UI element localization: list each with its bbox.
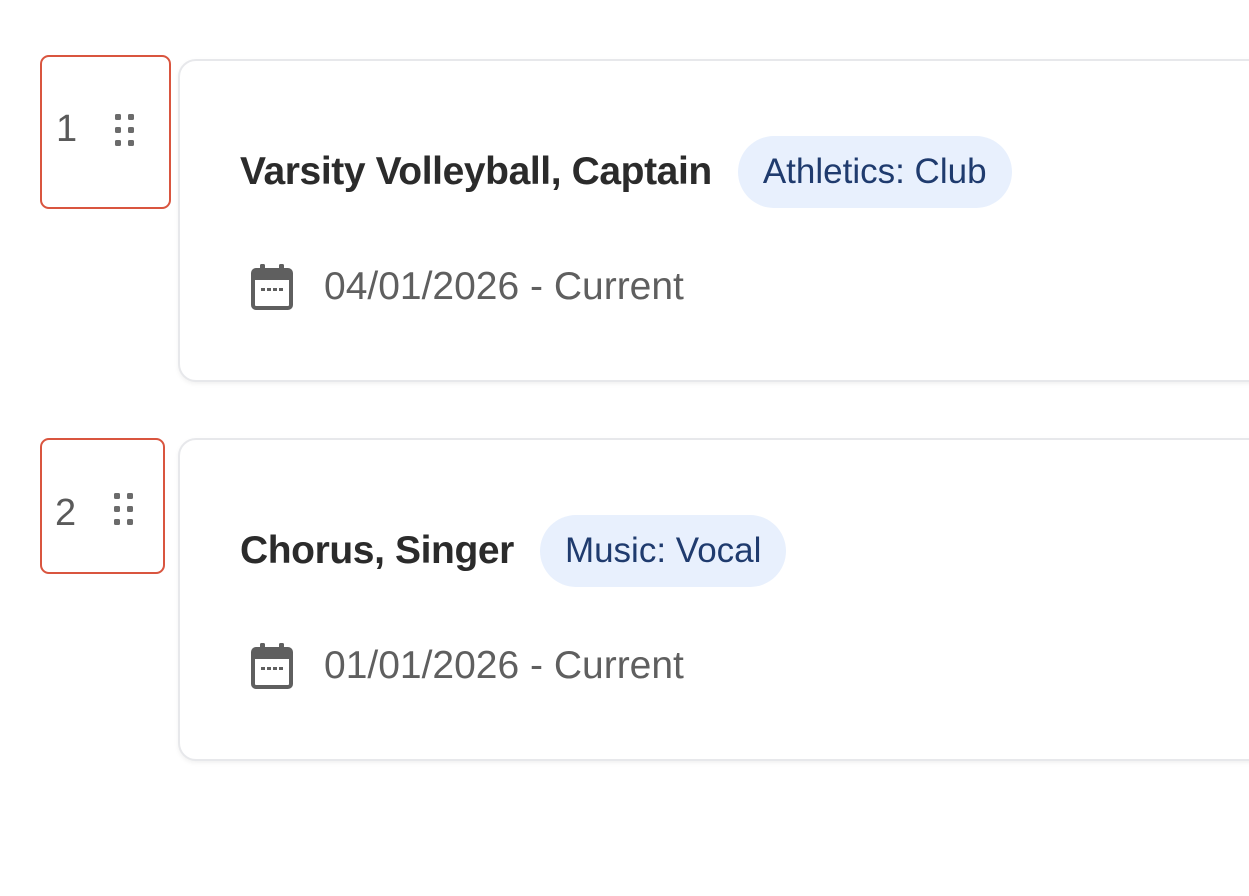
activity-header: Chorus, Singer Music: Vocal — [240, 515, 787, 587]
activity-dates: 01/01/2026 - Current — [246, 640, 684, 692]
activity-card[interactable]: Varsity Volleyball, Captain Athletics: C… — [178, 59, 1249, 382]
date-range: 04/01/2026 - Current — [324, 265, 684, 308]
activity-title: Varsity Volleyball, Captain — [240, 150, 712, 193]
activity-title: Chorus, Singer — [240, 529, 514, 572]
rank-number: 1 — [56, 108, 78, 150]
calendar-icon — [251, 264, 293, 310]
drag-handle[interactable]: 1 — [40, 55, 171, 209]
category-badge: Athletics: Club — [737, 136, 1012, 208]
date-range: 01/01/2026 - Current — [324, 644, 684, 687]
activity-header: Varsity Volleyball, Captain Athletics: C… — [240, 136, 1012, 208]
category-badge: Music: Vocal — [539, 515, 787, 587]
drag-grip-icon[interactable] — [112, 491, 136, 529]
activity-card[interactable]: Chorus, Singer Music: Vocal 01/01/2026 -… — [178, 438, 1249, 761]
activity-dates: 04/01/2026 - Current — [246, 261, 684, 313]
drag-handle[interactable]: 2 — [40, 438, 165, 574]
drag-grip-icon[interactable] — [113, 112, 137, 150]
rank-number: 2 — [55, 492, 77, 534]
calendar-icon — [251, 643, 293, 689]
